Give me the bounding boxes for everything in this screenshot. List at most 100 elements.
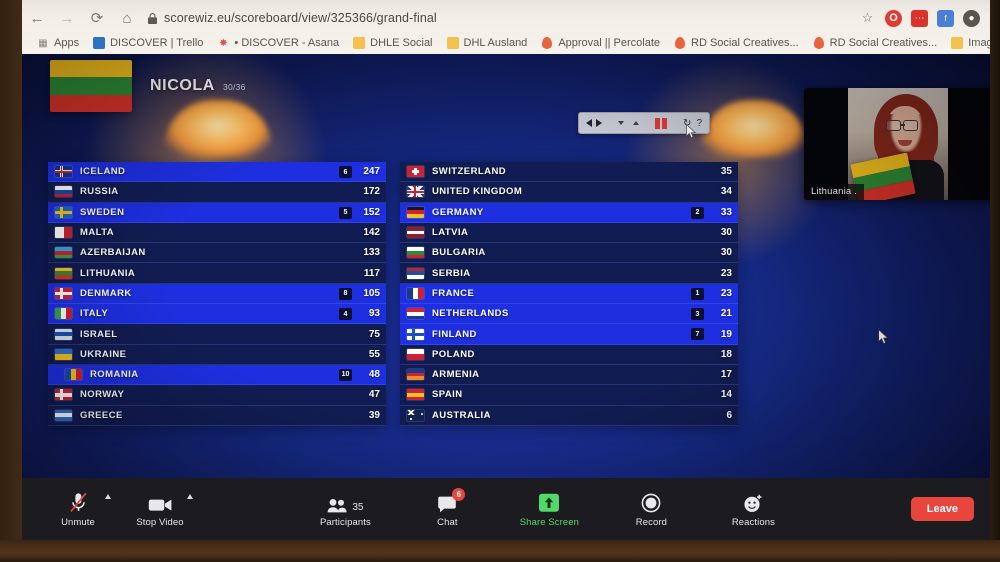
record-button[interactable]: Record xyxy=(623,491,679,528)
scoreboard-row: ISRAEL 75 xyxy=(48,324,386,345)
total-points: 30 xyxy=(720,227,732,239)
country-name: POLAND xyxy=(432,348,475,360)
finland-flag-icon xyxy=(407,328,424,340)
extension-blue-icon[interactable]: f xyxy=(937,9,954,27)
mouse-cursor xyxy=(878,329,889,345)
total-points: 152 xyxy=(363,206,380,218)
audio-options-caret-icon[interactable] xyxy=(105,493,111,499)
scoreboard-row: ROMANIA 10 48 xyxy=(48,364,386,386)
bookmarks-bar: ▦ Apps DISCOVER | Trello ✸ • DISCOVER - … xyxy=(22,32,990,54)
spain-flag-icon xyxy=(407,389,424,401)
total-points: 39 xyxy=(368,409,380,421)
scoreboard-row: FINLAND 7 19 xyxy=(400,324,738,345)
reactions-button[interactable]: Reactions xyxy=(725,491,781,528)
total-points: 17 xyxy=(720,369,732,381)
scoreboard-column-left: ICELAND 6 247 RUSSIA 172 SWEDEN 5 152 MALTA 142 AZ… xyxy=(48,162,386,426)
scoreboard-column-right: SWITZERLAND 35 UNITED KINGDOM 34 GERMANY 2 33 L… xyxy=(400,162,738,426)
total-points: 117 xyxy=(363,267,380,279)
step-back-icon[interactable] xyxy=(586,119,592,127)
country-name: SERBIA xyxy=(432,267,471,279)
country-name: BULGARIA xyxy=(432,247,486,259)
bookmark-apps[interactable]: ▦ Apps xyxy=(30,33,86,53)
bookmark-dhl-ausland[interactable]: DHL Ausland xyxy=(440,33,535,53)
scoreboard-table: ICELAND 6 247 RUSSIA 172 SWEDEN 5 152 MALTA 142 AZ… xyxy=(48,162,738,426)
speed-down-icon[interactable] xyxy=(618,121,625,125)
total-points: 172 xyxy=(363,186,380,198)
reload-icon[interactable]: ⟳ xyxy=(82,5,112,31)
opera-icon[interactable]: O xyxy=(885,9,902,27)
chat-label: Chat xyxy=(437,516,458,528)
total-points: 48 xyxy=(368,369,380,381)
step-forward-icon[interactable] xyxy=(596,119,602,127)
italy-flag-icon xyxy=(55,308,72,320)
video-tile[interactable]: Lithuania . xyxy=(804,88,992,200)
speed-up-icon[interactable] xyxy=(633,121,640,125)
chat-button[interactable]: 6 Chat xyxy=(419,487,475,528)
leave-button[interactable]: Leave xyxy=(910,497,974,521)
scoreboard-row: ARMENIA 17 xyxy=(400,364,738,386)
scoreboard-row: UNITED KINGDOM 34 xyxy=(400,182,738,203)
country-name: UNITED KINGDOM xyxy=(432,186,523,198)
awarded-points-badge: 3 xyxy=(691,308,704,321)
scoreboard-row: ICELAND 6 247 xyxy=(48,162,386,183)
total-points: 30 xyxy=(720,247,732,259)
participants-icon: 35 xyxy=(327,491,363,513)
scoreboard-row: NETHERLANDS 3 21 xyxy=(400,304,738,325)
scoreboard-row: MALTA 142 xyxy=(48,222,386,244)
iceland-flag-icon xyxy=(55,166,72,178)
country-name: SWITZERLAND xyxy=(432,166,507,178)
bookmark-label: Approval || Percolate xyxy=(558,37,661,49)
back-arrow-icon[interactable]: ← xyxy=(22,5,52,31)
unmute-button[interactable]: Unmute xyxy=(50,491,111,528)
address-bar[interactable]: scorewiz.eu/scoreboard/view/325366/grand… xyxy=(148,6,851,30)
country-name: AZERBAIJAN xyxy=(80,247,146,259)
share-screen-button[interactable]: Share Screen xyxy=(520,491,579,528)
apps-grid-icon: ▦ xyxy=(38,37,48,49)
reactions-label: Reactions xyxy=(731,516,775,528)
scoreboard-page: NICOLA 30/36 ↻ ? ICELAND 6 247 RUSSIA 17… xyxy=(22,54,992,540)
scoreboard-row: SERBIA 23 xyxy=(400,263,738,284)
participants-button[interactable]: 35 Participants xyxy=(317,491,373,528)
romania-flag-icon xyxy=(65,369,82,381)
scoreboard-row: ITALY 4 93 xyxy=(48,304,386,325)
scoreboard-row: AZERBAIJAN 133 xyxy=(48,243,386,264)
asana-icon: ✸ xyxy=(219,37,228,49)
lock-icon xyxy=(148,12,157,24)
bookmark-rd-social-creatives-1[interactable]: RD Social Creatives... xyxy=(667,33,806,53)
extension-red-icon[interactable]: ⋯ xyxy=(911,9,928,27)
scoreboard-row: SWITZERLAND 35 xyxy=(400,162,738,183)
chat-badge: 6 xyxy=(452,487,466,501)
bookmark-images[interactable]: Images xyxy=(944,33,990,53)
now-voting-text: NICOLA 30/36 xyxy=(150,77,246,95)
video-options-caret-icon[interactable] xyxy=(187,493,193,499)
stop-video-button[interactable]: Stop Video xyxy=(132,491,193,528)
bookmark-rd-social-creatives-2[interactable]: RD Social Creatives... xyxy=(806,33,945,53)
total-points: 6 xyxy=(726,409,732,421)
awarded-points-badge: 6 xyxy=(339,166,352,178)
forward-arrow-icon[interactable]: → xyxy=(52,5,82,31)
scoreboard-row: RUSSIA 172 xyxy=(48,182,386,203)
help-button[interactable]: ? xyxy=(696,118,702,129)
profile-avatar-icon[interactable]: ● xyxy=(963,9,980,27)
awarded-points-badge: 7 xyxy=(691,328,704,341)
folder-icon xyxy=(446,37,459,49)
bookmark-dhle-social[interactable]: DHLE Social xyxy=(346,33,439,53)
pause-icon[interactable] xyxy=(655,117,668,129)
total-points: 133 xyxy=(363,247,380,259)
bookmark-label: DHLE Social xyxy=(370,37,433,49)
chrome-action-icons: ☆ O ⋯ f ● xyxy=(859,9,990,27)
bookmark-label: RD Social Creatives... xyxy=(691,37,799,49)
scoreboard-row: LATVIA 30 xyxy=(400,222,738,244)
bookmark-trello[interactable]: DISCOVER | Trello xyxy=(86,33,210,53)
bookmark-star-icon[interactable]: ☆ xyxy=(859,10,876,27)
armenia-flag-icon xyxy=(407,369,424,381)
scoreboard-row: GREECE 39 xyxy=(48,405,386,426)
bookmark-approval-percolate[interactable]: Approval || Percolate xyxy=(534,33,667,53)
drop-icon xyxy=(813,37,825,49)
denmark-flag-icon xyxy=(55,287,72,299)
bookmark-asana[interactable]: ✸ • DISCOVER - Asana xyxy=(210,33,346,53)
home-icon[interactable]: ⌂ xyxy=(112,5,142,31)
glasses-right-lens-icon xyxy=(903,120,918,131)
total-points: 55 xyxy=(368,348,380,360)
monitor-photo: ← → ⟳ ⌂ scorewiz.eu/scoreboard/view/3253… xyxy=(0,0,1000,562)
